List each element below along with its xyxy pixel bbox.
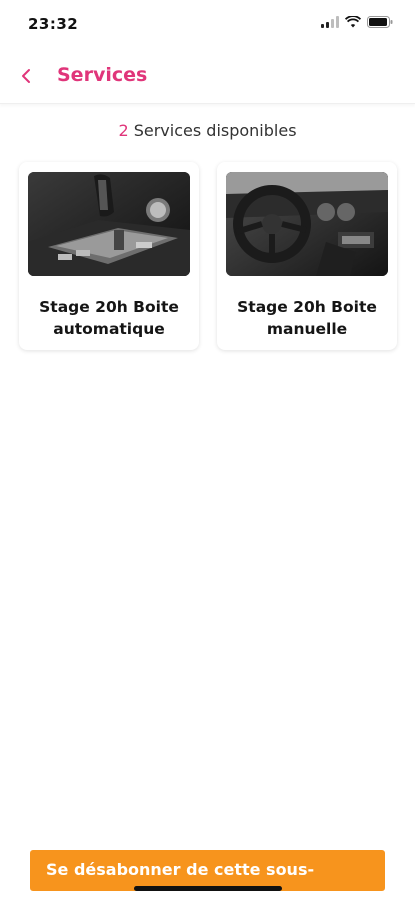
services-count-number: 2 xyxy=(118,121,129,140)
unsubscribe-button[interactable]: Se désabonner de cette sous- xyxy=(30,850,385,891)
back-chevron-icon[interactable] xyxy=(12,62,40,90)
status-icons xyxy=(321,16,393,28)
status-time: 23:32 xyxy=(28,15,79,33)
status-bar: 23:32 xyxy=(0,0,415,48)
battery-icon xyxy=(367,16,393,28)
home-indicator xyxy=(134,886,282,891)
services-count: 2 Services disponibles xyxy=(0,121,415,140)
service-title: Stage 20h Boite automatique xyxy=(39,298,179,338)
services-count-label: Services disponibles xyxy=(128,121,297,140)
wifi-icon xyxy=(345,16,361,28)
service-card-manual[interactable]: Stage 20h Boite manuelle xyxy=(217,162,397,350)
automatic-gearbox-image xyxy=(28,172,190,276)
service-card-automatic[interactable]: Stage 20h Boite automatique xyxy=(19,162,199,350)
manual-car-interior-image xyxy=(226,172,388,276)
page-title: Services xyxy=(57,64,148,86)
nav-bar: Services xyxy=(0,52,415,104)
service-title: Stage 20h Boite manuelle xyxy=(237,298,377,338)
cellular-signal-icon xyxy=(321,16,339,28)
